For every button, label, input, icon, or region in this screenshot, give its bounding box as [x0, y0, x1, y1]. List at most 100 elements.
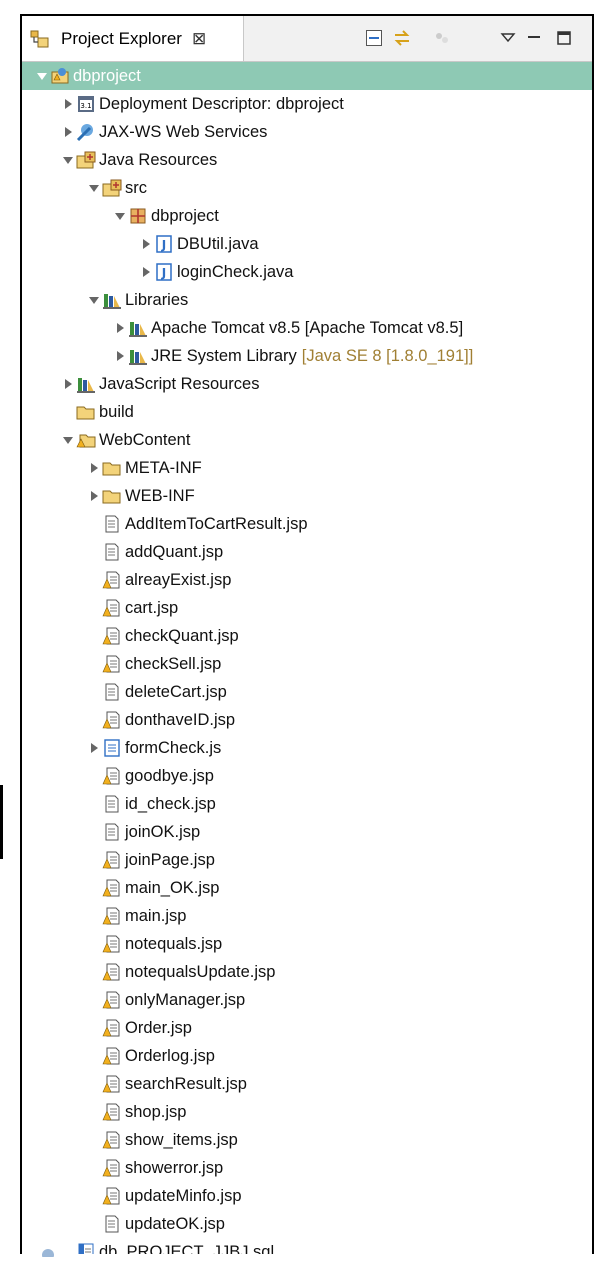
- tree-item[interactable]: searchResult.jsp: [22, 1070, 592, 1098]
- tree-item[interactable]: JRE System Library [Java SE 8 [1.8.0_191]…: [22, 342, 592, 370]
- collapsed-triangle-icon[interactable]: [60, 376, 76, 392]
- tree-item-label: Apache Tomcat v8.5 [Apache Tomcat v8.5]: [151, 318, 464, 337]
- tree-item[interactable]: Orderlog.jsp: [22, 1042, 592, 1070]
- tree-item-label: checkSell.jsp: [125, 654, 222, 673]
- tab-label: Project Explorer: [61, 28, 182, 48]
- tree-item[interactable]: updateOK.jsp: [22, 1210, 592, 1238]
- tree-item[interactable]: AddItemToCartResult.jsp: [22, 510, 592, 538]
- expanded-triangle-icon[interactable]: [112, 208, 128, 224]
- view-menu-icon[interactable]: [498, 28, 518, 48]
- collapsed-triangle-icon[interactable]: [60, 124, 76, 140]
- tree-item-label: donthaveID.jsp: [125, 710, 236, 729]
- expanded-triangle-icon[interactable]: [60, 152, 76, 168]
- tree-item[interactable]: joinOK.jsp: [22, 818, 592, 846]
- tree-item[interactable]: goodbye.jsp: [22, 762, 592, 790]
- tree-item[interactable]: alreayExist.jsp: [22, 566, 592, 594]
- tree-item[interactable]: deleteCart.jsp: [22, 678, 592, 706]
- left-edge-marker: [0, 785, 3, 859]
- jsp-file-icon: [102, 794, 122, 814]
- collapsed-triangle-icon[interactable]: [112, 320, 128, 336]
- tree-item[interactable]: JavaScript Resources: [22, 370, 592, 398]
- tree-item[interactable]: WEB-INF: [22, 482, 592, 510]
- focus-icon[interactable]: [432, 28, 452, 48]
- tree-item[interactable]: checkSell.jsp: [22, 650, 592, 678]
- jsp-file-warning-icon: [102, 626, 122, 646]
- collapsed-triangle-icon[interactable]: [86, 460, 102, 476]
- tree-item-label: Libraries: [125, 290, 189, 309]
- tree-item[interactable]: dbproject: [22, 202, 592, 230]
- tree-item-label: cart.jsp: [125, 598, 179, 617]
- tree-item[interactable]: joinPage.jsp: [22, 846, 592, 874]
- minimize-icon[interactable]: [524, 28, 544, 48]
- tree-item[interactable]: cart.jsp: [22, 594, 592, 622]
- tree-item[interactable]: J DBUtil.java: [22, 230, 592, 258]
- collapsed-triangle-icon[interactable]: [86, 740, 102, 756]
- expanded-triangle-icon[interactable]: [34, 68, 50, 84]
- expanded-triangle-icon[interactable]: [86, 180, 102, 196]
- collapsed-triangle-icon[interactable]: [86, 488, 102, 504]
- library-icon: [76, 374, 96, 394]
- collapse-all-icon[interactable]: [364, 28, 384, 48]
- tree-item[interactable]: id_check.jsp: [22, 790, 592, 818]
- tree-item[interactable]: Java Resources: [22, 146, 592, 174]
- tree-item-label: db_PROJECT_JJBJ.sql: [99, 1242, 275, 1255]
- tree-item[interactable]: 3.1 Deployment Descriptor: dbproject: [22, 90, 592, 118]
- tree-item-label: Deployment Descriptor: dbproject: [99, 94, 344, 113]
- tree-item[interactable]: META-INF: [22, 454, 592, 482]
- tree-item[interactable]: JloginCheck.java: [22, 258, 592, 286]
- jsp-file-warning-icon: [102, 990, 122, 1010]
- tree-item[interactable]: onlyManager.jsp: [22, 986, 592, 1014]
- tree-item[interactable]: checkQuant.jsp: [22, 622, 592, 650]
- jsp-file-warning-icon: [102, 850, 122, 870]
- tree-item[interactable]: formCheck.js: [22, 734, 592, 762]
- tree-item[interactable]: WebContent: [22, 426, 592, 454]
- tree-item[interactable]: show_items.jsp: [22, 1126, 592, 1154]
- tree-item-label: goodbye.jsp: [125, 766, 214, 785]
- tree-item[interactable]: showerror.jsp: [22, 1154, 592, 1182]
- svg-text:J: J: [161, 238, 166, 252]
- collapsed-triangle-icon[interactable]: [138, 264, 154, 280]
- tree-item[interactable]: donthaveID.jsp: [22, 706, 592, 734]
- tree-item-label: joinPage.jsp: [125, 850, 215, 869]
- collapsed-triangle-icon[interactable]: [60, 96, 76, 112]
- tree-item[interactable]: notequalsUpdate.jsp: [22, 958, 592, 986]
- tree-item-label: WEB-INF: [125, 486, 195, 505]
- tree-item[interactable]: build: [22, 398, 592, 426]
- tree-item[interactable]: main_OK.jsp: [22, 874, 592, 902]
- close-icon[interactable]: ⊠: [192, 29, 206, 49]
- tree-item[interactable]: db_PROJECT_JJBJ.sql: [22, 1238, 592, 1254]
- collapsed-triangle-icon[interactable]: [112, 348, 128, 364]
- maximize-icon[interactable]: [554, 28, 574, 48]
- expanded-triangle-icon[interactable]: [60, 432, 76, 448]
- tree-item[interactable]: Apache Tomcat v8.5 [Apache Tomcat v8.5]: [22, 314, 592, 342]
- link-with-editor-icon[interactable]: [392, 28, 412, 48]
- tree-item-label: showerror.jsp: [125, 1158, 224, 1177]
- web-services-icon: [76, 122, 96, 142]
- tree-item[interactable]: updateMinfo.jsp: [22, 1182, 592, 1210]
- tree-item[interactable]: Libraries: [22, 286, 592, 314]
- java-file-icon: J: [154, 234, 174, 254]
- collapsed-triangle-icon[interactable]: [138, 236, 154, 252]
- tree-item[interactable]: src: [22, 174, 592, 202]
- tree-item[interactable]: main.jsp: [22, 902, 592, 930]
- java-file-icon: J: [154, 262, 174, 282]
- tree-item[interactable]: shop.jsp: [22, 1098, 592, 1126]
- expanded-triangle-icon[interactable]: [86, 292, 102, 308]
- tree-item[interactable]: dbproject: [22, 62, 592, 90]
- tree-item[interactable]: notequals.jsp: [22, 930, 592, 958]
- tree-item-label: checkQuant.jsp: [125, 626, 239, 645]
- tab-project-explorer[interactable]: Project Explorer ⊠: [22, 16, 244, 61]
- folder-icon: [102, 486, 122, 506]
- tree-item[interactable]: JAX-WS Web Services: [22, 118, 592, 146]
- tree-item[interactable]: Order.jsp: [22, 1014, 592, 1042]
- tree-item[interactable]: addQuant.jsp: [22, 538, 592, 566]
